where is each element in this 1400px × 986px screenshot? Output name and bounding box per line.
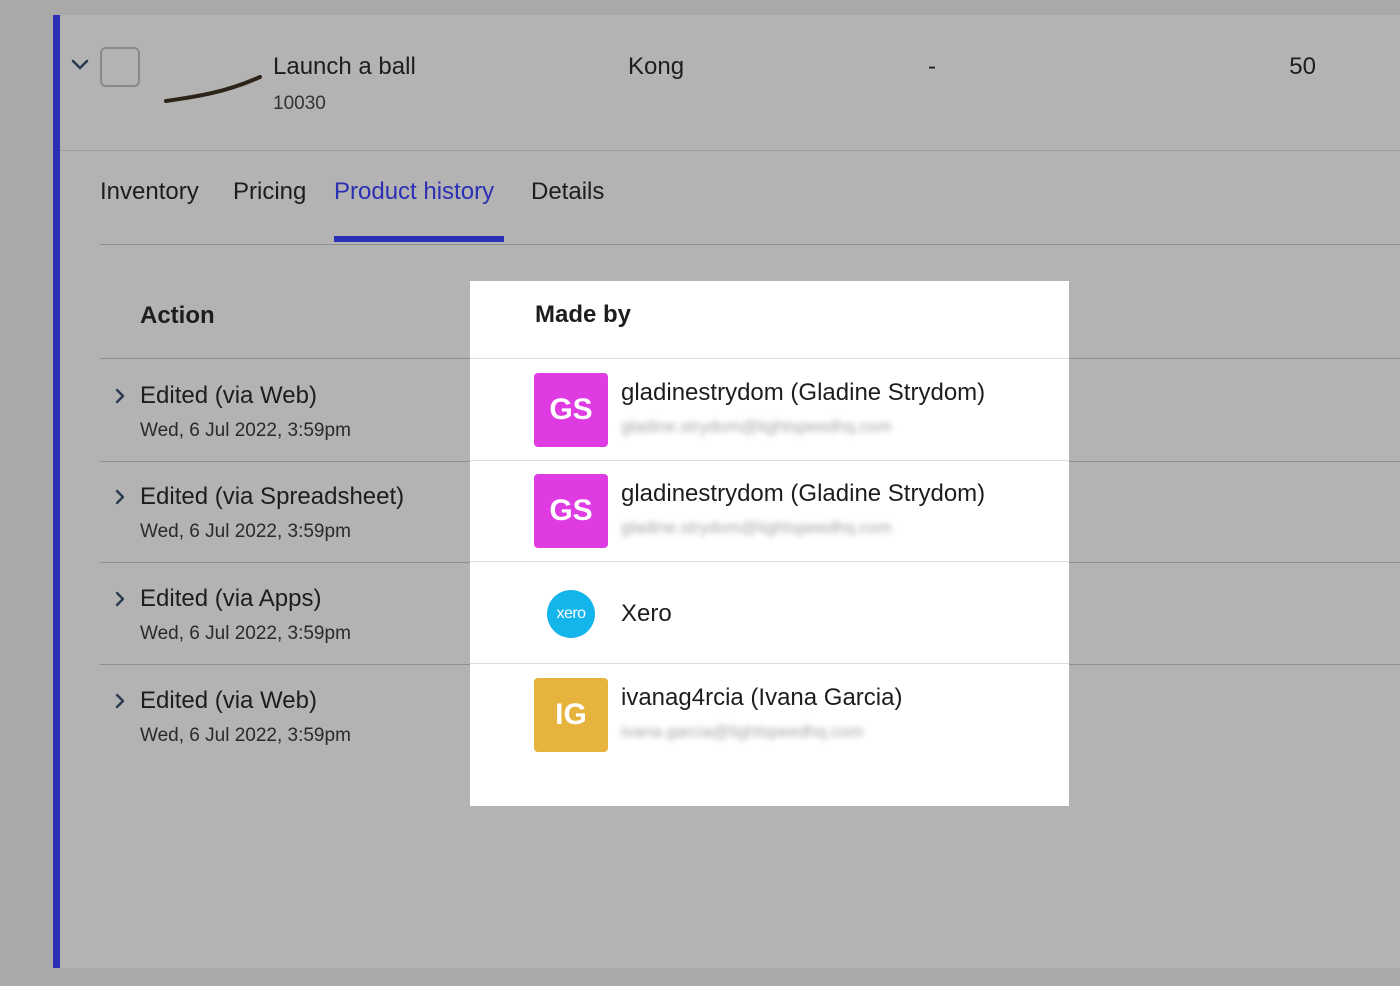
row-date: Wed, 6 Jul 2022, 3:59pm (140, 521, 351, 542)
product-supplier: - (928, 53, 936, 80)
avatar: IG (534, 678, 608, 752)
tab-product-history[interactable]: Product history (334, 178, 494, 234)
user-name: ivanag4rcia (Ivana Garcia) (621, 684, 903, 711)
made-by-cell: xero Xero (470, 562, 1069, 664)
user-name: gladinestrydom (Gladine Strydom) (621, 379, 986, 406)
made-by-cell: GS gladinestrydom (Gladine Strydom) glad… (470, 460, 1069, 562)
product-quantity: 50 (1289, 53, 1316, 80)
made-by-spotlight: Made by GS gladinestrydom (Gladine Stryd… (470, 281, 1069, 806)
made-by-title: Made by (535, 301, 632, 328)
row-action: Edited (via Apps) (140, 585, 322, 612)
row-date: Wed, 6 Jul 2022, 3:59pm (140, 623, 351, 644)
avatar: GS (534, 474, 608, 548)
chevron-right-icon[interactable] (110, 589, 130, 609)
chevron-down-icon[interactable] (68, 53, 92, 77)
row-date: Wed, 6 Jul 2022, 3:59pm (140, 725, 351, 746)
selected-row-accent (53, 15, 60, 968)
avatar: GS (534, 373, 608, 447)
product-tabs: Inventory Pricing Product history Detail… (100, 150, 1400, 245)
row-action: Edited (via Web) (140, 687, 317, 714)
column-header-action: Action (140, 302, 215, 329)
row-action: Edited (via Spreadsheet) (140, 483, 405, 510)
row-action: Edited (via Web) (140, 382, 317, 409)
tab-inventory[interactable]: Inventory (100, 178, 199, 234)
row-select-checkbox[interactable] (100, 47, 140, 87)
product-row[interactable]: Launch a ball 10030 Kong - 50 (60, 15, 1400, 151)
user-email: gladine.strydom@lightspeedhq.com (621, 417, 892, 436)
app-name: Xero (621, 600, 672, 627)
chevron-right-icon[interactable] (110, 386, 130, 406)
product-name[interactable]: Launch a ball (273, 53, 416, 81)
chevron-right-icon[interactable] (110, 487, 130, 507)
tab-details[interactable]: Details (531, 178, 604, 234)
user-name: gladinestrydom (Gladine Strydom) (621, 480, 986, 507)
made-by-cell: GS gladinestrydom (Gladine Strydom) glad… (470, 359, 1069, 461)
row-date: Wed, 6 Jul 2022, 3:59pm (140, 420, 351, 441)
xero-logo-icon: xero (547, 590, 595, 638)
chevron-right-icon[interactable] (110, 691, 130, 711)
user-email: gladine.strydom@lightspeedhq.com (621, 518, 892, 537)
product-thumbnail (164, 75, 264, 111)
active-tab-indicator (334, 236, 504, 242)
made-by-cell: IG ivanag4rcia (Ivana Garcia) ivana.garc… (470, 664, 1069, 766)
user-email: ivana.garcia@lightspeedhq.com (621, 722, 864, 741)
product-brand: Kong (628, 53, 685, 80)
column-header-made-by: Made by (470, 281, 1069, 359)
tab-pricing[interactable]: Pricing (233, 178, 306, 234)
product-sku: 10030 (273, 93, 326, 114)
